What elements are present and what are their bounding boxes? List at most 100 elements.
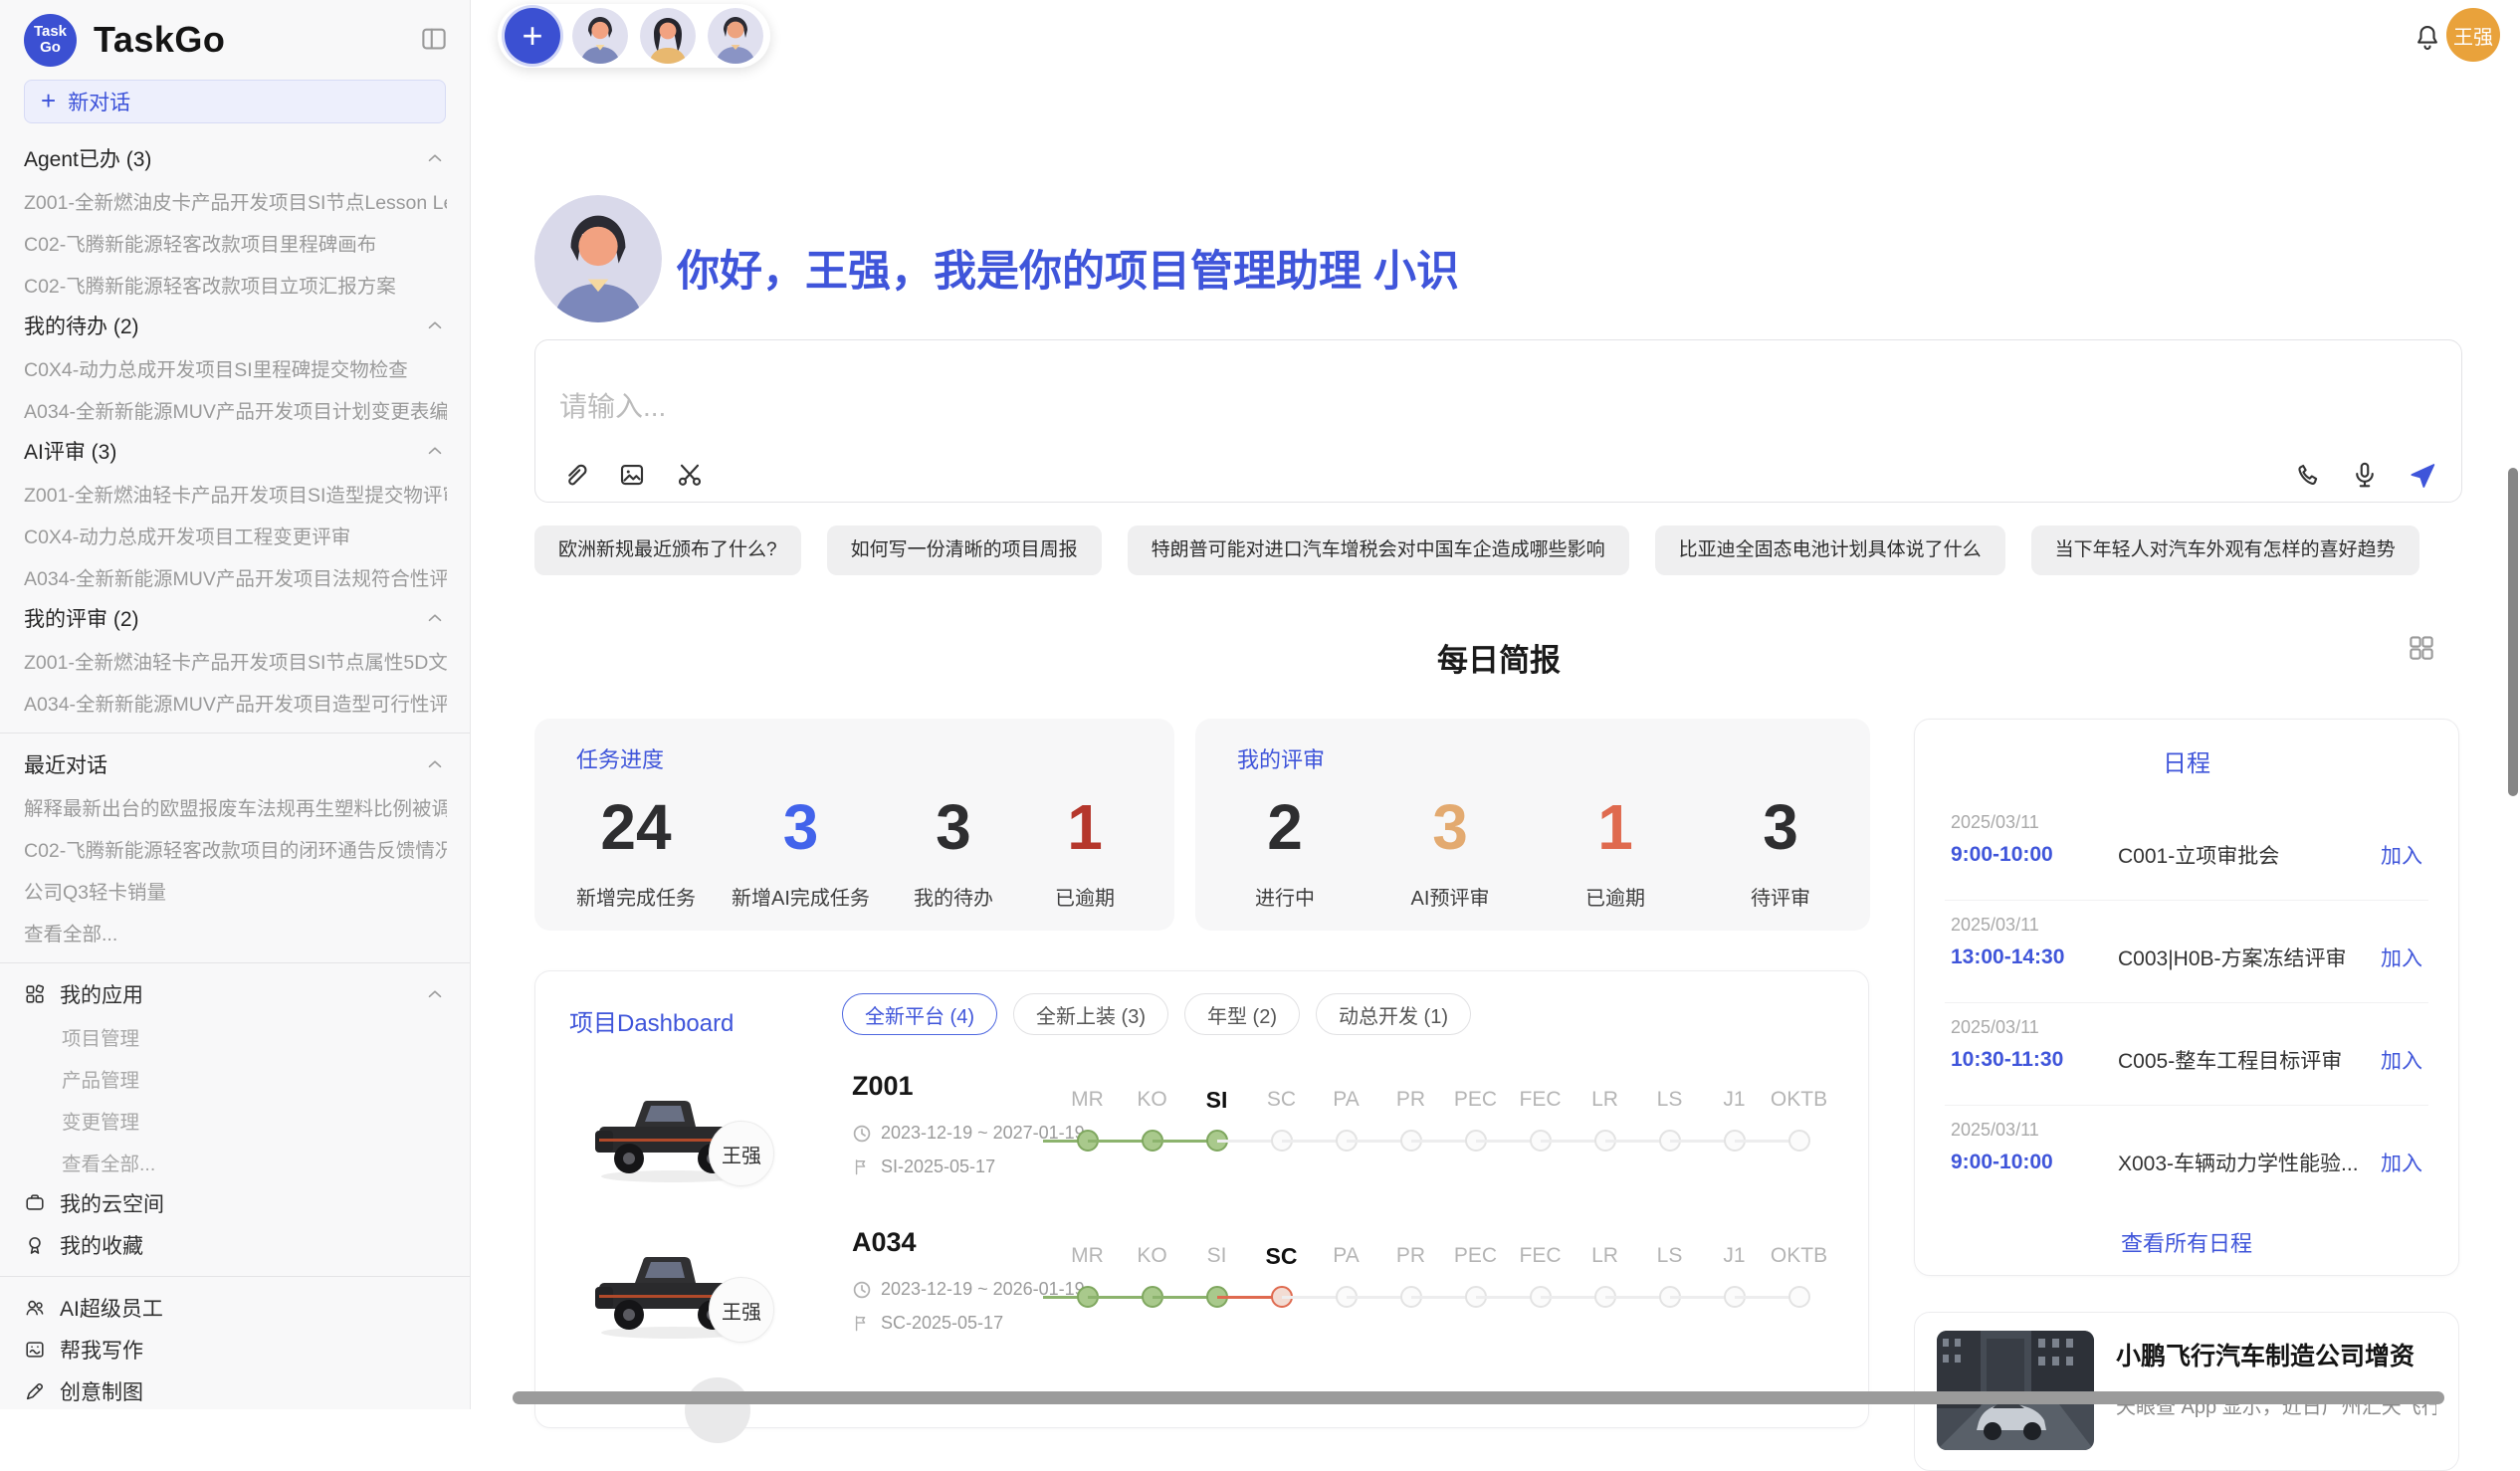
add-agent-button[interactable]: +	[505, 8, 560, 64]
sidebar-item-my-apps[interactable]: 我的应用	[24, 973, 446, 1015]
sidebar-task-item[interactable]: C02-飞腾新能源轻客改款项目立项汇报方案	[24, 263, 447, 305]
milestone: PEC	[1443, 1081, 1508, 1162]
project-row[interactable]: 王强 A034 2023-12-19 ~ 2026-01-19 SC-2025-…	[567, 1221, 1836, 1377]
my-apps-label: 我的应用	[60, 979, 410, 1009]
send-icon[interactable]	[2408, 460, 2437, 490]
milestone: FEC	[1508, 1081, 1573, 1162]
sidebar-item-cloud-space[interactable]: 我的云空间	[24, 1182, 446, 1224]
stat-label: 新增AI完成任务	[732, 882, 870, 911]
milestone: FEC	[1508, 1237, 1573, 1319]
clock-icon	[852, 1124, 872, 1144]
sidebar-item-ai-staff[interactable]: AI超级员工	[24, 1287, 446, 1329]
schedule-join-link[interactable]: 加入	[2381, 1148, 2422, 1177]
schedule-date: 2025/03/11	[1951, 1017, 2039, 1038]
stat-label: 我的待办	[906, 882, 1001, 911]
recent-chat-item[interactable]: 公司Q3轻卡销量	[24, 869, 447, 911]
sidebar-section-header[interactable]: AI评审 (3)	[24, 430, 446, 472]
recent-chats-header[interactable]: 最近对话	[24, 743, 446, 785]
sidebar: Task Go TaskGo + 新对话 Agent已办 (3) Z001-全新…	[0, 0, 471, 1409]
recent-view-all[interactable]: 查看全部...	[24, 911, 447, 952]
sidebar-task-item[interactable]: Z001-全新燃油轻卡产品开发项目SI造型提交物评审	[24, 472, 447, 514]
sidebar-item-drawing[interactable]: 创意制图	[24, 1370, 446, 1412]
schedule-item: 2025/03/11 9:00-10:00 X003-车辆动力学性能验... 加…	[1945, 1106, 2428, 1208]
agent-avatar-3[interactable]	[708, 8, 763, 64]
notifications-bell-icon[interactable]	[2413, 22, 2442, 52]
milestone-dot[interactable]	[1788, 1130, 1810, 1152]
ai-staff-icon	[24, 1297, 46, 1319]
dashboard-filter-tab[interactable]: 年型 (2)	[1184, 993, 1300, 1035]
sidebar-task-item[interactable]: A034-全新新能源MUV产品开发项目造型可行性评审	[24, 681, 447, 723]
project-owner-badge: 王强	[709, 1277, 774, 1343]
collapse-sidebar-icon[interactable]	[418, 24, 450, 54]
agent-avatar-1[interactable]	[572, 8, 628, 64]
recent-chat-item[interactable]: C02-飞腾新能源轻客改款项目的闭环通告反馈情况	[24, 827, 447, 869]
suggestion-chip[interactable]: 如何写一份清晰的项目周报	[827, 525, 1102, 575]
recent-chat-item[interactable]: 解释最新出台的欧盟报废车法规再生塑料比例被调到15%...	[24, 785, 447, 827]
dashboard-filter-tab[interactable]: 全新上装 (3)	[1013, 993, 1168, 1035]
milestone-label: FEC	[1508, 1081, 1573, 1119]
sidebar-section-header[interactable]: Agent已办 (3)	[24, 137, 446, 179]
app-item[interactable]: 变更管理	[24, 1099, 447, 1141]
suggestion-chip[interactable]: 比亚迪全固态电池计划具体说了什么	[1655, 525, 2005, 575]
app-item[interactable]: 项目管理	[24, 1015, 447, 1057]
schedule-join-link[interactable]: 加入	[2381, 1045, 2422, 1075]
phone-icon[interactable]	[2292, 460, 2322, 490]
project-row[interactable]: 王强 Z001 2023-12-19 ~ 2027-01-19 SI-2025-…	[567, 1065, 1836, 1221]
milestone: PA	[1314, 1081, 1378, 1162]
sidebar-section-header[interactable]: 我的待办 (2)	[24, 305, 446, 346]
suggestion-chip[interactable]: 欧洲新规最近颁布了什么?	[534, 525, 801, 575]
dashboard-filter-tab[interactable]: 全新平台 (4)	[842, 993, 997, 1035]
milestone: LS	[1637, 1081, 1702, 1162]
stat-value: 3	[732, 792, 870, 862]
sidebar-task-item[interactable]: C0X4-动力总成开发项目SI里程碑提交物检查	[24, 346, 447, 388]
stat-card-title: 我的评审	[1237, 742, 1828, 774]
sidebar-task-item[interactable]: A034-全新新能源MUV产品开发项目法规符合性评审	[24, 555, 447, 597]
ai-staff-label: AI超级员工	[60, 1293, 446, 1323]
flag-icon	[852, 1157, 872, 1177]
stat-card: 我的评审 2 进行中 3 AI预评审 1 已逾期 3 待评审	[1195, 719, 1870, 931]
vertical-scrollbar[interactable]	[2508, 468, 2518, 796]
microphone-icon[interactable]	[2350, 460, 2380, 490]
chat-input[interactable]	[557, 390, 1951, 424]
action-toolbar	[2292, 460, 2437, 490]
image-icon[interactable]	[617, 460, 647, 490]
sidebar-item-writing[interactable]: 帮我写作	[24, 1329, 446, 1370]
app-item[interactable]: 查看全部...	[24, 1141, 447, 1182]
milestone: PR	[1378, 1081, 1443, 1162]
schedule-item: 2025/03/11 13:00-14:30 C003|H0B-方案冻结评审 加…	[1945, 901, 2428, 1003]
paperclip-icon[interactable]	[559, 460, 589, 490]
agent-avatar-2[interactable]	[640, 8, 696, 64]
sidebar-task-item[interactable]: C0X4-动力总成开发项目工程变更评审	[24, 514, 447, 555]
milestone-dot[interactable]	[1788, 1286, 1810, 1308]
project-code[interactable]: Z001	[852, 1071, 914, 1102]
chevron-up-icon	[424, 315, 446, 336]
sidebar-task-item[interactable]: A034-全新新能源MUV产品开发项目计划变更表编写	[24, 388, 447, 430]
milestone: LR	[1573, 1081, 1637, 1162]
dashboard-filter-tab[interactable]: 动总开发 (1)	[1316, 993, 1471, 1035]
sidebar-task-item[interactable]: C02-飞腾新能源轻客改款项目里程碑画布	[24, 221, 447, 263]
milestone-label: FEC	[1508, 1237, 1573, 1275]
layout-grid-icon[interactable]	[2407, 633, 2436, 663]
stat-label: 新增完成任务	[576, 882, 696, 911]
schedule-join-link[interactable]: 加入	[2381, 840, 2422, 870]
drawing-label: 创意制图	[60, 1376, 446, 1406]
view-all-schedule-link[interactable]: 查看所有日程	[1915, 1226, 2458, 1258]
schedule-item: 2025/03/11 10:30-11:30 C005-整车工程目标评审 加入	[1945, 1003, 2428, 1106]
sidebar-item-favorites[interactable]: 我的收藏	[24, 1224, 446, 1266]
writing-label: 帮我写作	[60, 1335, 446, 1365]
horizontal-scrollbar[interactable]	[513, 1391, 2444, 1404]
suggestion-chip[interactable]: 特朗普可能对进口汽车增税会对中国车企造成哪些影响	[1128, 525, 1629, 575]
app-item[interactable]: 产品管理	[24, 1057, 447, 1099]
sidebar-section-header[interactable]: 我的评审 (2)	[24, 597, 446, 639]
new-chat-button[interactable]: + 新对话	[24, 80, 446, 123]
suggestion-chip[interactable]: 当下年轻人对汽车外观有怎样的喜好趋势	[2031, 525, 2419, 575]
scissors-icon[interactable]	[675, 460, 705, 490]
milestone: SC	[1249, 1237, 1314, 1319]
user-avatar[interactable]: 王强	[2446, 8, 2500, 62]
logo-line1: Task	[34, 24, 67, 41]
schedule-join-link[interactable]: 加入	[2381, 943, 2422, 972]
project-code[interactable]: A034	[852, 1227, 917, 1258]
sidebar-task-item[interactable]: Z001-全新燃油皮卡产品开发项目SI节点Lesson Learn报告	[24, 179, 447, 221]
sidebar-task-item[interactable]: Z001-全新燃油轻卡产品开发项目SI节点属性5D文件评审	[24, 639, 447, 681]
new-chat-label: 新对话	[68, 87, 130, 116]
